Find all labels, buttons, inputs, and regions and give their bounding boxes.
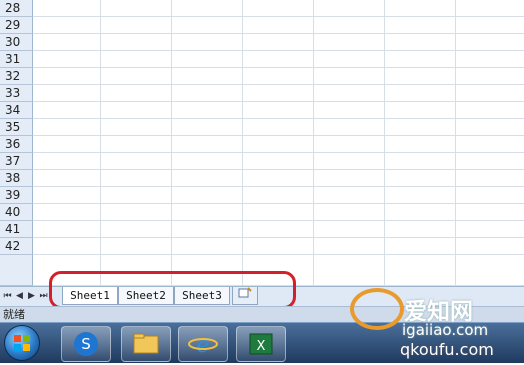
row-header[interactable]: 34 — [0, 102, 33, 119]
grid-row[interactable] — [33, 68, 524, 85]
last-sheet-icon[interactable]: ⏭ — [38, 290, 49, 302]
row-header[interactable]: 41 — [0, 221, 33, 238]
row-header[interactable]: 40 — [0, 204, 33, 221]
watermark-url: igaiiao.com — [402, 321, 489, 339]
row-header[interactable]: 36 — [0, 136, 33, 153]
column-divider — [242, 0, 243, 288]
row-header[interactable]: 37 — [0, 153, 33, 170]
grid-row[interactable] — [33, 204, 524, 221]
windows-logo-icon — [14, 335, 30, 351]
svg-text:X: X — [257, 339, 266, 354]
column-divider — [455, 0, 456, 288]
watermark-url-2: qkoufu.com — [400, 340, 494, 359]
column-divider — [313, 0, 314, 288]
row-header[interactable]: 35 — [0, 119, 33, 136]
previous-sheet-icon[interactable]: ◀ — [14, 290, 25, 302]
watermark: 爱知网 igaiiao.com qkoufu.com — [342, 282, 524, 363]
column-divider — [384, 0, 385, 288]
grid-row[interactable] — [33, 238, 524, 255]
sogou-icon[interactable]: S — [61, 326, 111, 362]
grid-row[interactable] — [33, 0, 524, 17]
column-divider — [171, 0, 172, 288]
grid-row[interactable] — [33, 102, 524, 119]
row-header[interactable]: 38 — [0, 170, 33, 187]
ie-logo-icon: e — [188, 333, 218, 358]
svg-text:e: e — [196, 333, 209, 358]
grid-row[interactable] — [33, 17, 524, 34]
row-header[interactable]: 42 — [0, 238, 33, 255]
internet-explorer-icon[interactable]: e — [178, 326, 228, 362]
grid-row[interactable] — [33, 34, 524, 51]
row-header[interactable]: 39 — [0, 187, 33, 204]
grid-row[interactable] — [33, 153, 524, 170]
grid-row[interactable] — [33, 170, 524, 187]
grid-row[interactable] — [33, 51, 524, 68]
status-ready: 就绪 — [3, 308, 25, 321]
sogou-glyph-icon: S — [74, 332, 98, 356]
first-sheet-icon[interactable]: ⏮ — [2, 290, 13, 302]
column-divider — [100, 0, 101, 288]
row-header[interactable]: 28 — [0, 0, 33, 17]
row-header[interactable]: 29 — [0, 17, 33, 34]
grid-row[interactable] — [33, 187, 524, 204]
watermark-logo-icon — [350, 288, 404, 330]
folder-icon — [133, 333, 159, 354]
row-header[interactable]: 33 — [0, 85, 33, 102]
grid-row[interactable] — [33, 221, 524, 238]
row-header[interactable] — [0, 255, 33, 286]
grid-row[interactable] — [33, 85, 524, 102]
spreadsheet-grid[interactable]: 28 29 30 31 32 33 34 35 36 37 38 39 40 4… — [0, 0, 524, 288]
excel-logo-icon: X — [249, 333, 273, 355]
annotation-highlight — [49, 271, 296, 309]
svg-text:S: S — [81, 335, 91, 353]
row-header[interactable]: 32 — [0, 68, 33, 85]
file-explorer-icon[interactable] — [121, 326, 171, 362]
windows-start-icon[interactable] — [4, 325, 40, 361]
next-sheet-icon[interactable]: ▶ — [26, 290, 37, 302]
excel-icon[interactable]: X — [236, 326, 286, 362]
grid-row[interactable] — [33, 136, 524, 153]
row-header[interactable]: 30 — [0, 34, 33, 51]
grid-row[interactable] — [33, 119, 524, 136]
row-header[interactable]: 31 — [0, 51, 33, 68]
